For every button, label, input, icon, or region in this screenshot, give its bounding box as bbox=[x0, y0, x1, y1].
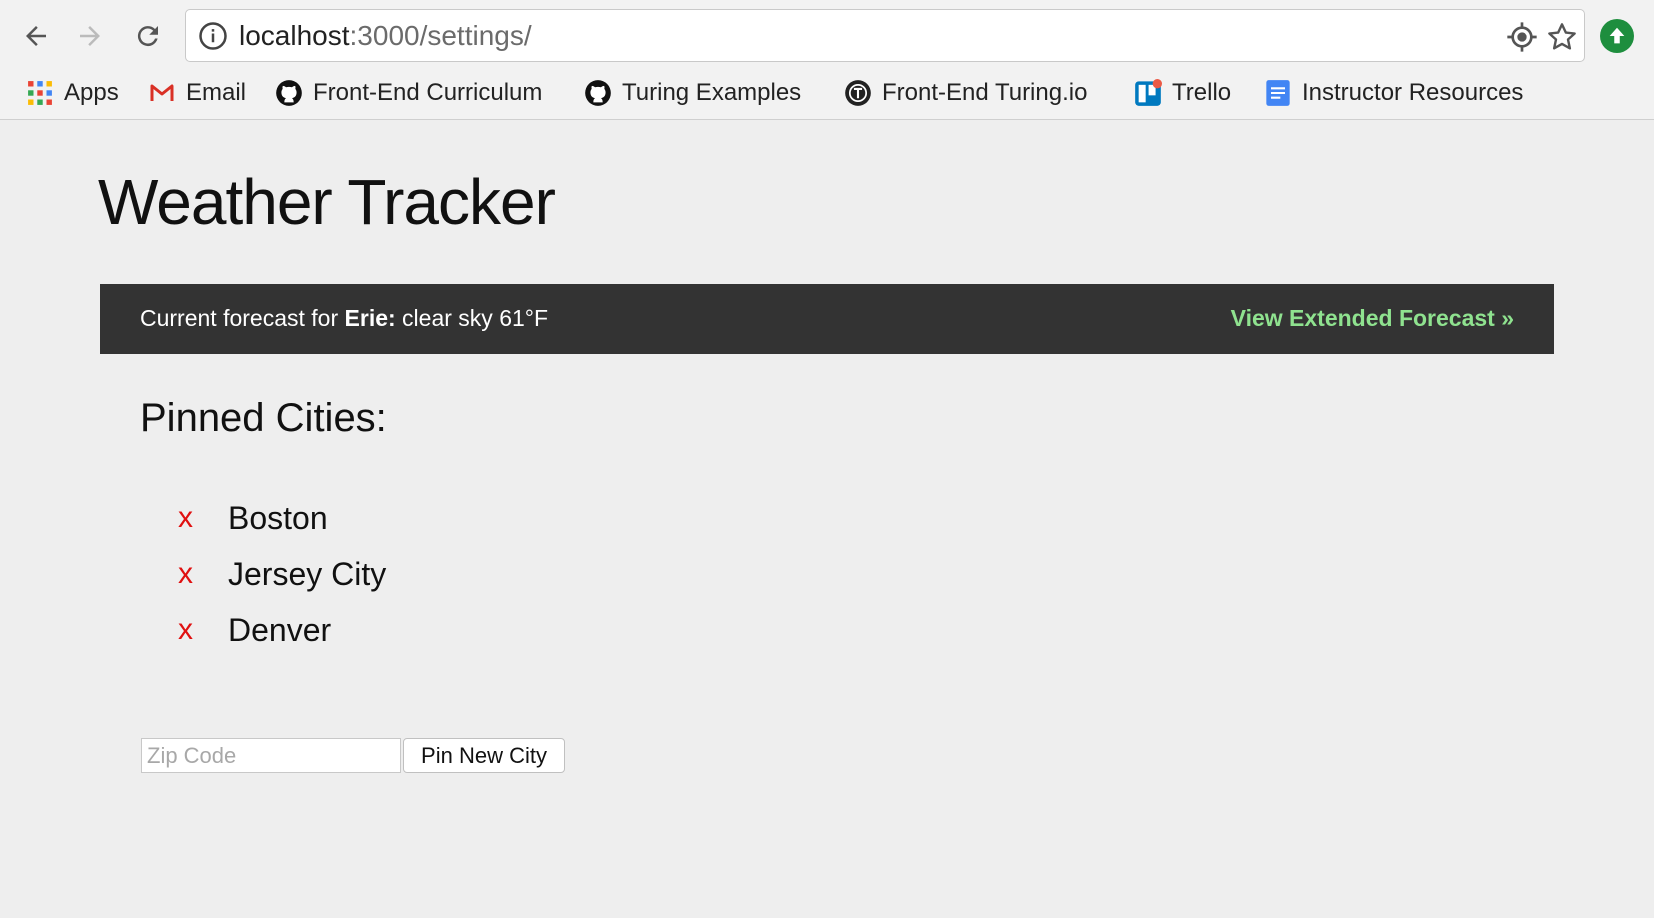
forecast-prefix: Current forecast for bbox=[140, 305, 345, 331]
github-icon bbox=[584, 79, 612, 107]
city-name: Boston bbox=[228, 499, 328, 536]
list-item: x Denver bbox=[178, 602, 386, 658]
bookmark-front-end-curriculum[interactable]: Front-End Curriculum bbox=[275, 72, 542, 114]
gmail-icon bbox=[148, 79, 176, 107]
info-icon[interactable] bbox=[198, 21, 228, 51]
bookmark-email[interactable]: Email bbox=[148, 72, 246, 114]
zip-code-input[interactable] bbox=[141, 738, 401, 773]
url-host: localhost bbox=[239, 20, 350, 51]
bookmark-label: Front-End Turing.io bbox=[882, 79, 1088, 106]
bookmark-label: Email bbox=[186, 79, 247, 106]
bookmark-instructor-resources[interactable]: Instructor Resources bbox=[1264, 72, 1523, 114]
bookmark-trello[interactable]: Trello bbox=[1134, 72, 1231, 114]
back-arrow-icon bbox=[26, 26, 46, 46]
bookmark-front-end-turing[interactable]: Front-End Turing.io bbox=[844, 72, 1087, 114]
bookmark-label: Instructor Resources bbox=[1302, 79, 1524, 106]
pin-new-city-button[interactable]: Pin New City bbox=[403, 738, 565, 773]
up-arrow-icon bbox=[1609, 27, 1625, 44]
current-forecast-text: Current forecast for Erie: clear sky 61°… bbox=[140, 305, 548, 332]
browser-toolbar: localhost:3000/settings/ Apps Email Fron… bbox=[0, 0, 1654, 120]
pinned-cities-heading: Pinned Cities: bbox=[140, 396, 387, 440]
bookmark-label: Front-End Curriculum bbox=[313, 79, 543, 106]
list-item: x Jersey City bbox=[178, 546, 386, 602]
forward-arrow-icon bbox=[80, 26, 100, 46]
location-icon[interactable] bbox=[1506, 21, 1538, 53]
back-button[interactable] bbox=[16, 16, 56, 56]
bookmarks-bar: Apps Email Front-End Curriculum Turing E… bbox=[0, 72, 1654, 114]
reload-button[interactable] bbox=[128, 16, 168, 56]
turing-icon bbox=[844, 79, 872, 107]
remove-city-button[interactable]: x bbox=[178, 557, 228, 591]
google-docs-icon bbox=[1264, 79, 1292, 107]
city-name: Jersey City bbox=[228, 555, 387, 592]
page-title: Weather Tracker bbox=[98, 166, 556, 238]
address-bar[interactable]: localhost:3000/settings/ bbox=[185, 9, 1585, 62]
url-text: localhost:3000/settings/ bbox=[239, 20, 532, 52]
apps-grid-icon bbox=[26, 79, 54, 107]
bookmark-label: Turing Examples bbox=[622, 79, 802, 106]
city-name: Denver bbox=[228, 611, 332, 648]
bookmark-label: Apps bbox=[64, 79, 119, 106]
extension-update-button[interactable] bbox=[1600, 19, 1634, 53]
github-icon bbox=[275, 79, 303, 107]
remove-city-button[interactable]: x bbox=[178, 613, 228, 647]
reload-icon bbox=[137, 26, 158, 47]
forecast-conditions: clear sky 61°F bbox=[395, 305, 549, 331]
url-path: :3000/settings/ bbox=[349, 20, 532, 51]
bookmark-turing-examples[interactable]: Turing Examples bbox=[584, 72, 801, 114]
remove-city-button[interactable]: x bbox=[178, 501, 228, 535]
pinned-cities-list: x Boston x Jersey City x Denver bbox=[178, 490, 386, 658]
extended-forecast-link[interactable]: View Extended Forecast » bbox=[1231, 305, 1514, 332]
forecast-city: Erie: bbox=[344, 305, 396, 331]
forward-button[interactable] bbox=[70, 16, 110, 56]
bookmark-apps[interactable]: Apps bbox=[26, 72, 119, 114]
bookmark-star-icon[interactable] bbox=[1546, 21, 1578, 53]
forecast-bar: Current forecast for Erie: clear sky 61°… bbox=[100, 284, 1554, 354]
list-item: x Boston bbox=[178, 490, 386, 546]
trello-icon bbox=[1134, 79, 1162, 107]
bookmark-label: Trello bbox=[1172, 79, 1232, 106]
